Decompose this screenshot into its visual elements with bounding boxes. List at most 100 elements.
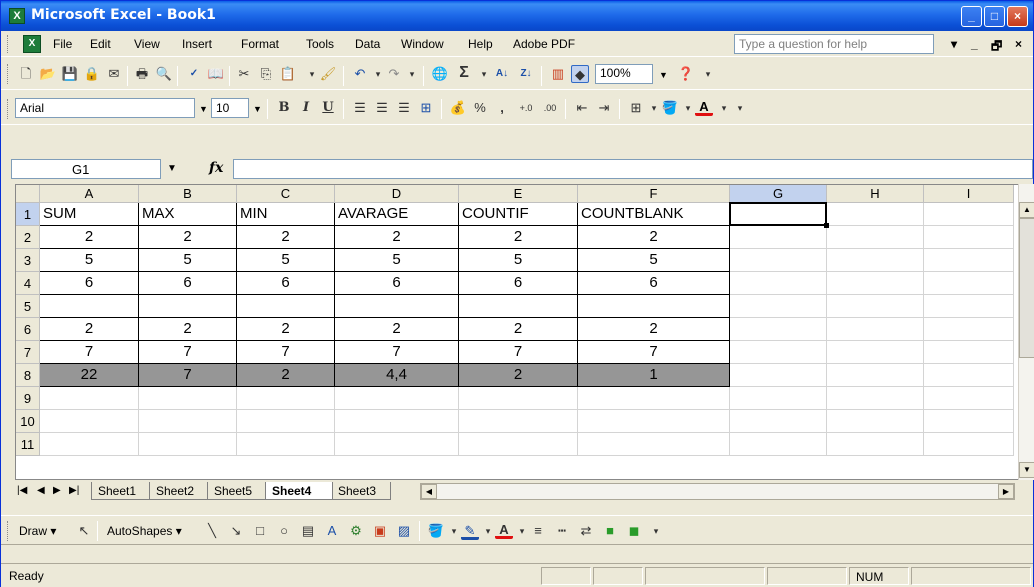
- cell-d5[interactable]: [335, 295, 459, 318]
- insert-function-icon[interactable]: fx: [209, 160, 223, 176]
- cell-a11[interactable]: [40, 433, 139, 456]
- cell-e11[interactable]: [459, 433, 578, 456]
- autosum-icon[interactable]: Σ: [455, 64, 473, 82]
- arrow-style-icon[interactable]: ⇄: [577, 522, 595, 540]
- drawing-icon[interactable]: ◆: [571, 65, 589, 83]
- research-icon[interactable]: 📖: [207, 65, 225, 83]
- column-header-h[interactable]: H: [827, 185, 924, 203]
- cell-b2[interactable]: 2: [139, 226, 237, 249]
- font-name-combo[interactable]: Arial: [15, 98, 195, 118]
- line-style-icon[interactable]: ≡: [529, 522, 547, 540]
- cell-d10[interactable]: [335, 410, 459, 433]
- cell-f9[interactable]: [578, 387, 730, 410]
- menu-edit[interactable]: Edit: [90, 37, 111, 51]
- menu-insert[interactable]: Insert: [182, 37, 212, 51]
- arrow-icon[interactable]: ↘: [227, 522, 245, 540]
- open-icon[interactable]: 📂: [39, 65, 57, 83]
- bold-button[interactable]: B: [275, 99, 293, 117]
- diagram-icon[interactable]: ⚙: [347, 522, 365, 540]
- toolbar-options-icon[interactable]: ▾: [647, 522, 665, 540]
- print-preview-icon[interactable]: 🔍: [155, 65, 173, 83]
- font-dropdown-icon[interactable]: ▼: [199, 104, 208, 114]
- zoom-dropdown-icon[interactable]: ▼: [659, 70, 668, 80]
- dash-style-icon[interactable]: ┅: [553, 522, 571, 540]
- chart-wizard-icon[interactable]: ▥: [549, 65, 567, 83]
- help-question-input[interactable]: Type a question for help: [734, 34, 934, 54]
- oval-icon[interactable]: ○: [275, 522, 293, 540]
- next-sheet-icon[interactable]: ▶: [53, 485, 61, 496]
- cell-a5[interactable]: [40, 295, 139, 318]
- cell-g9[interactable]: [730, 387, 827, 410]
- cell-a4[interactable]: 6: [40, 272, 139, 295]
- column-header-a[interactable]: A: [40, 185, 139, 203]
- cell-d3[interactable]: 5: [335, 249, 459, 272]
- font-size-dropdown-icon[interactable]: ▼: [253, 104, 262, 114]
- cell-g2[interactable]: [730, 226, 827, 249]
- font-color-icon[interactable]: A: [495, 521, 513, 539]
- first-sheet-icon[interactable]: |◀: [17, 485, 27, 496]
- cell-f4[interactable]: 6: [578, 272, 730, 295]
- cell-f8[interactable]: 1: [578, 364, 730, 387]
- email-icon[interactable]: ✉: [105, 65, 123, 83]
- line-color-icon[interactable]: ✎: [461, 522, 479, 540]
- menu-adobe-pdf[interactable]: Adobe PDF: [513, 37, 575, 51]
- scroll-down-icon[interactable]: ▼: [1019, 462, 1034, 478]
- cell-f1[interactable]: COUNTBLANK: [578, 203, 730, 226]
- cell-g7[interactable]: [730, 341, 827, 364]
- cell-e1[interactable]: COUNTIF: [459, 203, 578, 226]
- format-painter-icon[interactable]: 🖌: [319, 65, 337, 83]
- cell-i7[interactable]: [924, 341, 1014, 364]
- cell-e3[interactable]: 5: [459, 249, 578, 272]
- cell-f10[interactable]: [578, 410, 730, 433]
- redo-icon[interactable]: ↷: [385, 65, 403, 83]
- text-box-icon[interactable]: ▤: [299, 522, 317, 540]
- menu-view[interactable]: View: [134, 37, 160, 51]
- cell-e2[interactable]: 2: [459, 226, 578, 249]
- cell-c7[interactable]: 7: [237, 341, 335, 364]
- menu-format[interactable]: Format: [241, 37, 279, 51]
- cell-g4[interactable]: [730, 272, 827, 295]
- prev-sheet-icon[interactable]: ◀: [37, 485, 45, 496]
- doc-restore-button[interactable]: 🗗: [991, 37, 1002, 58]
- autosum-dropdown-icon[interactable]: ▾: [475, 65, 493, 83]
- cell-c10[interactable]: [237, 410, 335, 433]
- shadow-icon[interactable]: ■: [601, 522, 619, 540]
- cell-a10[interactable]: [40, 410, 139, 433]
- cell-g3[interactable]: [730, 249, 827, 272]
- cell-d1[interactable]: AVARAGE: [335, 203, 459, 226]
- select-all-corner[interactable]: [16, 185, 40, 203]
- zoom-combo[interactable]: 100%: [595, 64, 653, 84]
- title-bar[interactable]: X Microsoft Excel - Book1 _ □ ×: [1, 1, 1033, 31]
- copy-icon[interactable]: ⎘: [257, 65, 275, 83]
- column-header-e[interactable]: E: [459, 185, 578, 203]
- merge-center-icon[interactable]: ⊞: [417, 99, 435, 117]
- sort-ascending-icon[interactable]: A↓: [493, 65, 511, 83]
- toolbar-grip[interactable]: [7, 521, 10, 541]
- cell-h7[interactable]: [827, 341, 924, 364]
- menu-window[interactable]: Window: [401, 37, 444, 51]
- cell-f6[interactable]: 2: [578, 318, 730, 341]
- sheet-tab-sheet2[interactable]: Sheet2: [149, 482, 209, 500]
- cell-e8[interactable]: 2: [459, 364, 578, 387]
- name-box-dropdown-icon[interactable]: ▼: [167, 163, 177, 174]
- cell-g5[interactable]: [730, 295, 827, 318]
- italic-button[interactable]: I: [297, 99, 315, 117]
- vertical-scroll-thumb[interactable]: [1019, 218, 1034, 358]
- 3d-icon[interactable]: ◼: [625, 522, 643, 540]
- menu-tools[interactable]: Tools: [306, 37, 334, 51]
- underline-button[interactable]: U: [319, 99, 337, 117]
- clip-art-icon[interactable]: ▣: [371, 522, 389, 540]
- cell-f2[interactable]: 2: [578, 226, 730, 249]
- cell-c5[interactable]: [237, 295, 335, 318]
- cell-e4[interactable]: 6: [459, 272, 578, 295]
- cell-b10[interactable]: [139, 410, 237, 433]
- horizontal-scrollbar[interactable]: ◀ ▶: [420, 483, 1015, 500]
- undo-icon[interactable]: ↶: [351, 65, 369, 83]
- cell-c3[interactable]: 5: [237, 249, 335, 272]
- menu-help[interactable]: Help: [468, 37, 493, 51]
- row-header-6[interactable]: 6: [16, 318, 40, 341]
- cell-h11[interactable]: [827, 433, 924, 456]
- fill-color-icon[interactable]: 🪣: [427, 522, 445, 540]
- row-header-2[interactable]: 2: [16, 226, 40, 249]
- menu-data[interactable]: Data: [355, 37, 380, 51]
